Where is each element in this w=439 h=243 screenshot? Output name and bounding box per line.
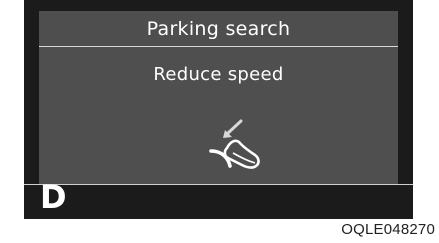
- gear-indicator: D: [40, 178, 67, 216]
- foot-on-brake-icon: [209, 119, 260, 169]
- warning-message: Reduce speed: [153, 64, 284, 85]
- figure-code: OQLE048270: [341, 221, 435, 238]
- display-title-bar: Parking search: [39, 11, 398, 47]
- display-title: Parking search: [146, 17, 291, 40]
- status-bar: [39, 185, 398, 219]
- instrument-cluster-display: Parking search Reduce speed D: [24, 0, 413, 219]
- message-panel: Reduce speed: [39, 47, 398, 184]
